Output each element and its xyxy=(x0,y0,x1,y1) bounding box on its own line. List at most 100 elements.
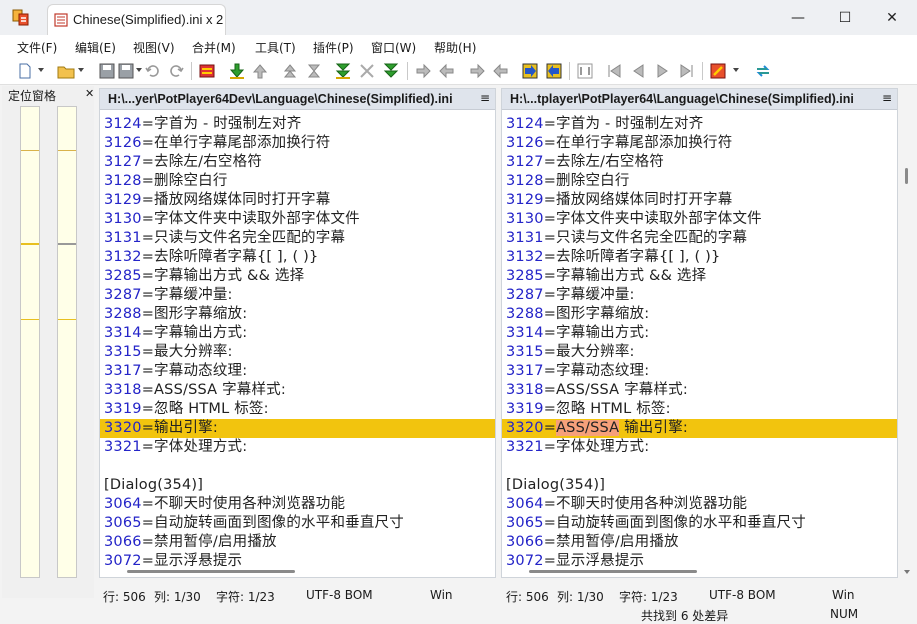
location-strip-left[interactable] xyxy=(20,106,40,578)
next-bookmark-icon[interactable] xyxy=(654,62,672,80)
current-diff-icon[interactable] xyxy=(305,62,323,80)
text-line[interactable]: 3129=播放网络媒体同时打开字幕 xyxy=(100,191,495,210)
prev-bookmark-icon[interactable] xyxy=(629,62,647,80)
text-line[interactable]: 3127=去除左/右空格符 xyxy=(502,153,897,172)
next-diff-icon[interactable] xyxy=(228,62,246,80)
location-pane-close-icon[interactable]: ✕ xyxy=(85,87,94,100)
maximize-button[interactable]: ☐ xyxy=(822,0,868,35)
text-line[interactable]: 3320=ASS/SSA 输出引擎: xyxy=(502,419,897,438)
text-line[interactable]: 3315=最大分辨率: xyxy=(100,343,495,362)
text-line[interactable]: 3130=字体文件夹中读取外部字体文件 xyxy=(100,210,495,229)
text-line[interactable]: 3288=图形字幕缩放: xyxy=(100,305,495,324)
text-line[interactable]: 3315=最大分辨率: xyxy=(502,343,897,362)
text-line[interactable] xyxy=(502,457,897,476)
scroll-down-arrow-icon[interactable] xyxy=(904,570,910,574)
text-line[interactable]: 3314=字幕输出方式: xyxy=(502,324,897,343)
text-line[interactable]: 3131=只读与文件名完全匹配的字幕 xyxy=(502,229,897,248)
text-line[interactable]: 3285=字幕输出方式 && 选择 xyxy=(100,267,495,286)
right-horizontal-scrollbar[interactable] xyxy=(502,565,897,577)
right-scroll-thumb[interactable] xyxy=(529,570,697,573)
toggle-bookmark-icon[interactable] xyxy=(576,62,594,80)
left-pane-menu-icon[interactable]: ≡ xyxy=(480,91,490,105)
text-line[interactable]: 3130=字体文件夹中读取外部字体文件 xyxy=(502,210,897,229)
copy-left-advance-icon[interactable] xyxy=(492,62,510,80)
left-text-area[interactable]: 3124=字首为 - 时强制左对齐 3126=在单行字幕尾部添加换行符 3127=去… xyxy=(100,115,495,567)
last-bookmark-icon[interactable] xyxy=(678,62,696,80)
menu-plugins[interactable]: 插件(P) xyxy=(313,39,354,56)
text-line[interactable]: [Dialog(354)] xyxy=(100,476,495,495)
close-button[interactable]: ✕ xyxy=(869,0,915,35)
right-file-pane[interactable]: H:\...tplayer\PotPlayer64\Language\Chine… xyxy=(501,88,898,578)
save-dropdown-chevron-icon[interactable] xyxy=(136,68,142,72)
undo-icon[interactable] xyxy=(144,62,162,80)
menu-help[interactable]: 帮助(H) xyxy=(434,39,476,56)
text-line[interactable] xyxy=(100,457,495,476)
last-diff-icon[interactable] xyxy=(334,62,352,80)
text-line[interactable]: 3128=删除空白行 xyxy=(502,172,897,191)
location-strip-right[interactable] xyxy=(57,106,77,578)
diff-options-icon[interactable] xyxy=(198,62,216,80)
menu-merge[interactable]: 合并(M) xyxy=(192,39,236,56)
text-line[interactable]: 3317=字幕动态纹理: xyxy=(502,362,897,381)
text-line[interactable]: 3285=字幕输出方式 && 选择 xyxy=(502,267,897,286)
text-line[interactable]: [Dialog(354)] xyxy=(502,476,897,495)
winmerge-app-icon[interactable] xyxy=(12,8,30,26)
text-line[interactable]: 3319=忽略 HTML 标签: xyxy=(100,400,495,419)
first-diff-icon[interactable] xyxy=(281,62,299,80)
location-pane[interactable]: 定位窗格 ✕ xyxy=(2,86,94,598)
menu-edit[interactable]: 编辑(E) xyxy=(75,39,116,56)
text-line[interactable]: 3132=去除听障者字幕{[ ], ( )} xyxy=(502,248,897,267)
text-line[interactable]: 3318=ASS/SSA 字幕样式: xyxy=(100,381,495,400)
text-line[interactable]: 3124=字首为 - 时强制左对齐 xyxy=(100,115,495,134)
copy-right-advance-icon[interactable] xyxy=(468,62,486,80)
text-line[interactable]: 3124=字首为 - 时强制左对齐 xyxy=(502,115,897,134)
text-line[interactable]: 3288=图形字幕缩放: xyxy=(502,305,897,324)
new-document-icon[interactable] xyxy=(16,62,34,80)
redo-icon[interactable] xyxy=(167,62,185,80)
left-scroll-thumb[interactable] xyxy=(127,570,295,573)
text-line[interactable]: 3321=字体处理方式: xyxy=(502,438,897,457)
prev-diff-icon[interactable] xyxy=(251,62,269,80)
menu-tools[interactable]: 工具(T) xyxy=(255,39,296,56)
save-dropdown-icon[interactable] xyxy=(117,62,135,80)
copy-left-icon[interactable] xyxy=(438,62,456,80)
text-line[interactable]: 3066=禁用暂停/启用播放 xyxy=(100,533,495,552)
first-bookmark-icon[interactable] xyxy=(605,62,623,80)
text-line[interactable]: 3128=删除空白行 xyxy=(100,172,495,191)
text-line[interactable]: 3129=播放网络媒体同时打开字幕 xyxy=(502,191,897,210)
text-line[interactable]: 3132=去除听障者字幕{[ ], ( )} xyxy=(100,248,495,267)
text-line[interactable]: 3314=字幕输出方式: xyxy=(100,324,495,343)
menu-window[interactable]: 窗口(W) xyxy=(371,39,416,56)
text-line[interactable]: 3126=在单行字幕尾部添加换行符 xyxy=(502,134,897,153)
left-file-pane[interactable]: H:\...yer\PotPlayer64Dev\Language\Chines… xyxy=(99,88,496,578)
right-text-area[interactable]: 3124=字首为 - 时强制左对齐 3126=在单行字幕尾部添加换行符 3127=去… xyxy=(502,115,897,567)
menu-view[interactable]: 视图(V) xyxy=(133,39,175,56)
text-line[interactable]: 3066=禁用暂停/启用播放 xyxy=(502,533,897,552)
text-line[interactable]: 3287=字幕缓冲量: xyxy=(100,286,495,305)
copy-all-right-icon[interactable] xyxy=(521,62,539,80)
all-diff-icon[interactable] xyxy=(382,62,400,80)
text-line[interactable]: 3064=不聊天时使用各种浏览器功能 xyxy=(502,495,897,514)
refresh-icon[interactable] xyxy=(754,62,772,80)
left-horizontal-scrollbar[interactable] xyxy=(100,565,495,577)
vertical-scrollbar[interactable] xyxy=(900,88,914,578)
vertical-scroll-thumb[interactable] xyxy=(905,168,908,184)
text-line[interactable]: 3320=输出引擎: xyxy=(100,419,495,438)
text-line[interactable]: 3321=字体处理方式: xyxy=(100,438,495,457)
options-icon[interactable] xyxy=(709,62,727,80)
open-dropdown-chevron-icon[interactable] xyxy=(78,68,84,72)
copy-all-icon[interactable] xyxy=(358,62,376,80)
save-icon[interactable] xyxy=(98,62,116,80)
text-line[interactable]: 3287=字幕缓冲量: xyxy=(502,286,897,305)
text-line[interactable]: 3318=ASS/SSA 字幕样式: xyxy=(502,381,897,400)
text-line[interactable]: 3064=不聊天时使用各种浏览器功能 xyxy=(100,495,495,514)
text-line[interactable]: 3126=在单行字幕尾部添加换行符 xyxy=(100,134,495,153)
new-dropdown-chevron-icon[interactable] xyxy=(38,68,44,72)
options-dropdown-chevron-icon[interactable] xyxy=(733,68,739,72)
text-line[interactable]: 3319=忽略 HTML 标签: xyxy=(502,400,897,419)
open-folder-icon[interactable] xyxy=(57,62,75,80)
document-tab[interactable]: Chinese(Simplified).ini x 2 xyxy=(47,4,226,35)
text-line[interactable]: 3127=去除左/右空格符 xyxy=(100,153,495,172)
copy-right-icon[interactable] xyxy=(414,62,432,80)
text-line[interactable]: 3065=自动旋转画面到图像的水平和垂直尺寸 xyxy=(502,514,897,533)
